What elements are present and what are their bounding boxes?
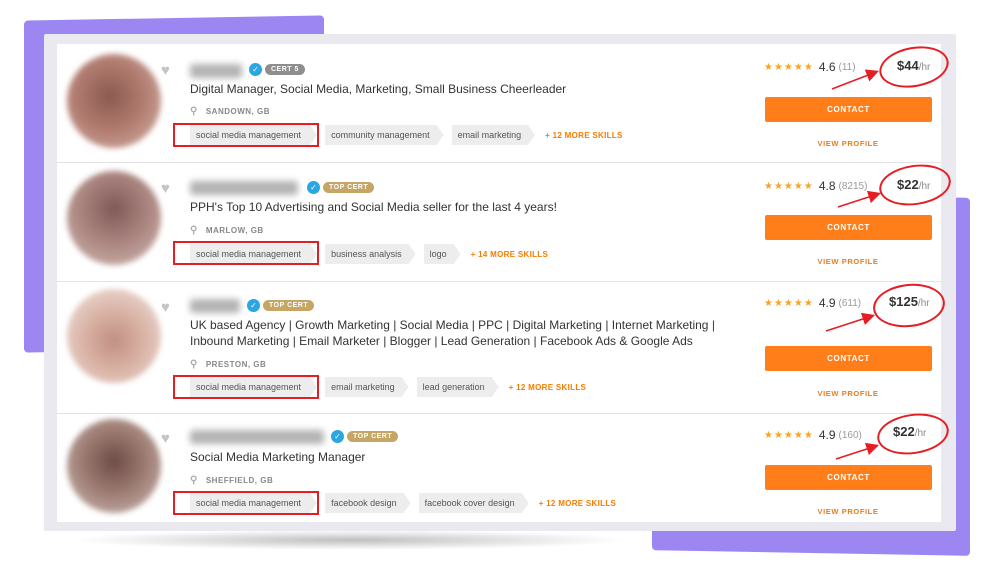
arrow-to-price-3 <box>825 312 876 332</box>
arrow-to-price-2 <box>837 190 882 208</box>
arrow-to-price-4 <box>835 442 880 460</box>
arrow-to-price-1 <box>831 69 879 90</box>
annotation-arrows <box>825 69 882 460</box>
